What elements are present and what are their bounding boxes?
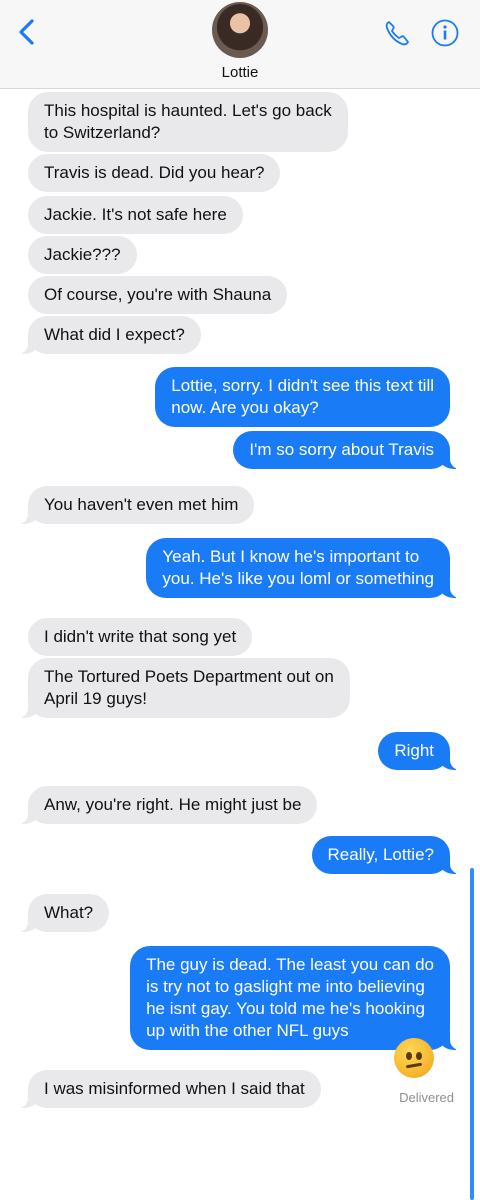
message-incoming[interactable]: The Tortured Poets Department out on Apr… — [16, 658, 350, 718]
back-chevron-icon[interactable] — [14, 18, 40, 46]
message-incoming[interactable]: Anw, you're right. He might just be — [15, 786, 318, 824]
contact-name[interactable]: Lottie — [0, 64, 480, 81]
info-icon[interactable] — [430, 18, 460, 48]
contact-avatar[interactable] — [212, 2, 268, 58]
phone-icon[interactable] — [382, 18, 412, 48]
message-incoming[interactable]: What? — [15, 894, 110, 932]
message-incoming[interactable]: Of course, you're with Shauna — [28, 276, 288, 314]
message-outgoing[interactable]: I'm so sorry about Travis — [233, 431, 462, 469]
delivery-status: Delivered — [399, 1090, 454, 1105]
message-incoming[interactable]: You haven't even met him — [15, 486, 255, 524]
message-outgoing[interactable]: The guy is dead. The least you can do is… — [130, 946, 462, 1050]
scrollbar[interactable] — [470, 868, 474, 1200]
message-thread[interactable]: This hospital is haunted. Let's go back … — [0, 88, 480, 1200]
confused-face-icon[interactable] — [394, 1038, 434, 1078]
message-incoming[interactable]: This hospital is haunted. Let's go back … — [28, 92, 348, 152]
message-incoming[interactable]: Jackie??? — [28, 236, 137, 274]
message-outgoing[interactable]: Really, Lottie? — [311, 836, 463, 874]
message-incoming[interactable]: What did I expect? — [16, 316, 201, 354]
message-incoming[interactable]: I didn't write that song yet — [28, 618, 253, 656]
emoji-mouth — [405, 1062, 423, 1069]
emoji-eye — [406, 1052, 412, 1060]
conversation-header: Lottie — [0, 0, 480, 89]
message-incoming[interactable]: Jackie. It's not safe here — [28, 196, 243, 234]
message-outgoing[interactable]: Right — [378, 732, 462, 770]
message-outgoing[interactable]: Yeah. But I know he's important to you. … — [146, 538, 462, 598]
message-incoming[interactable]: I was misinformed when I said that — [16, 1070, 321, 1108]
message-incoming[interactable]: Travis is dead. Did you hear? — [28, 154, 281, 192]
emoji-eye — [416, 1052, 422, 1060]
message-outgoing[interactable]: Lottie, sorry. I didn't see this text ti… — [155, 367, 450, 427]
